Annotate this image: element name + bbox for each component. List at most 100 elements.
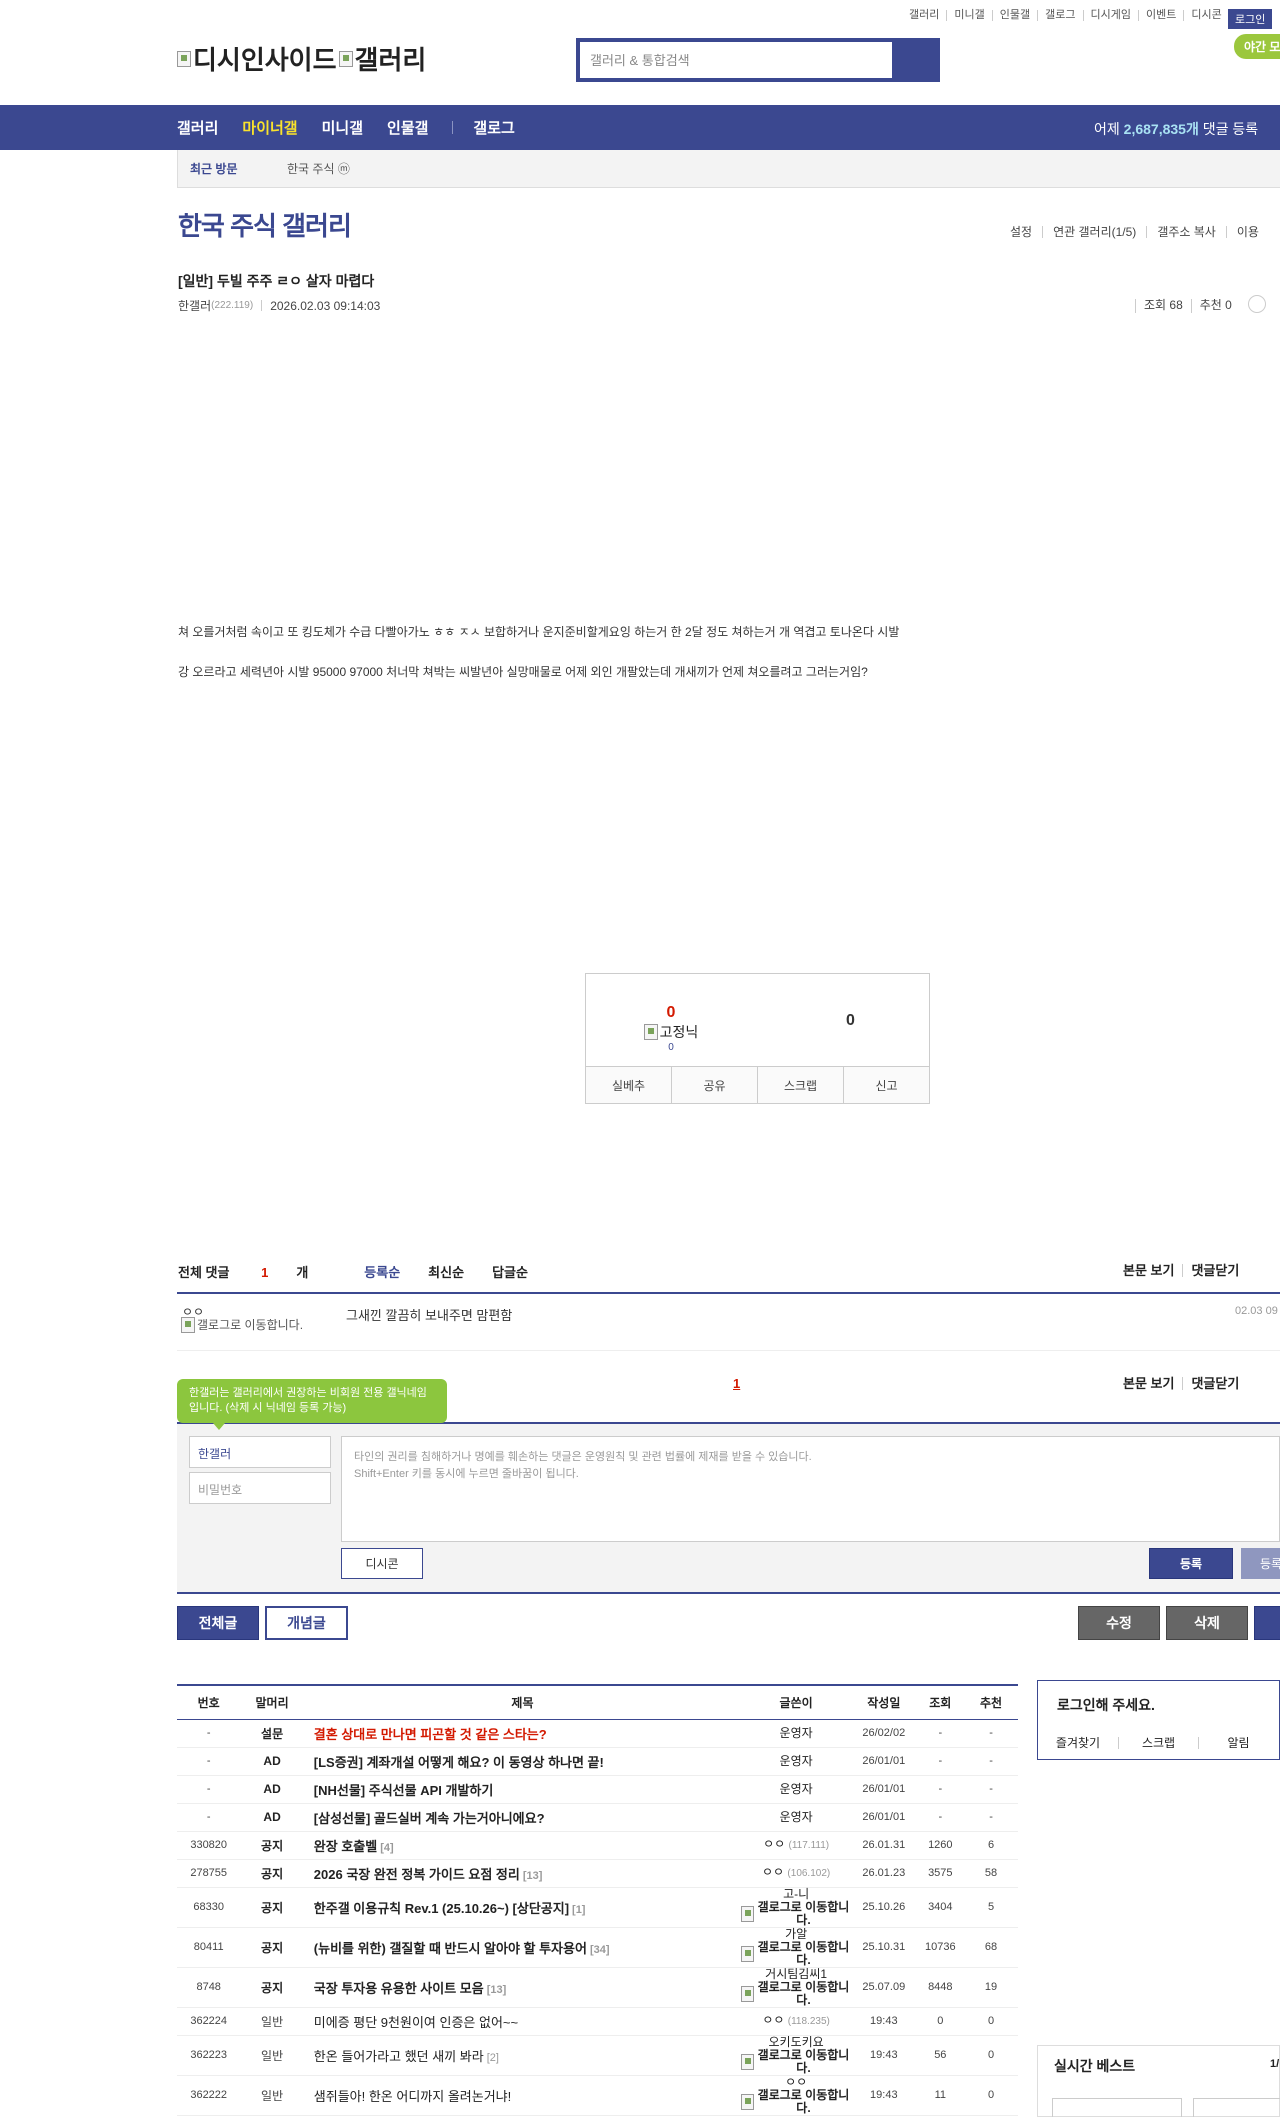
row-title[interactable]: 국장 투자용 유용한 사이트 모음 — [314, 1981, 484, 1996]
util-link-dccon[interactable]: 디시콘 — [1183, 10, 1228, 21]
row-title-cell[interactable]: 한주갤 이용규칙 Rev.1 (25.10.26~) [상단공지] [1] — [303, 1887, 742, 1928]
scrap-link[interactable]: 스크랩 — [1118, 1737, 1198, 1749]
util-link-game[interactable]: 디시게임 — [1082, 10, 1138, 21]
nickname-field[interactable]: 한갤러 — [189, 1436, 331, 1468]
header-writer[interactable]: 글쓴이 — [741, 1684, 852, 1720]
writer-nick[interactable]: 운영자 — [780, 1726, 813, 1740]
recommend-down-count[interactable]: 0 — [846, 1012, 855, 1030]
row-title[interactable]: (뉴비를 위한) 갤질할 때 반드시 알아야 할 투자용어 — [314, 1941, 587, 1956]
writer-nick[interactable]: 운영자 — [780, 1810, 813, 1824]
all-posts-button[interactable]: 전체글 — [177, 1606, 259, 1640]
bookmark-link[interactable]: 즐겨찾기 — [1038, 1737, 1118, 1749]
gallog-link-image[interactable]: 갤로그로 이동합니다. — [181, 1317, 311, 1333]
writer-nick[interactable]: ㅇㅇ — [785, 2075, 807, 2089]
table-row[interactable]: 68330 공지 한주갤 이용규칙 Rev.1 (25.10.26~) [상단공지]… — [177, 1887, 1018, 1928]
row-reply-count[interactable]: [34] — [590, 1944, 610, 1956]
row-reply-count[interactable]: [13] — [487, 1984, 507, 1996]
concept-posts-button[interactable]: 개념글 — [265, 1606, 348, 1640]
table-row[interactable]: - AD [LS증권] 계좌개설 어떻게 해요? 이 동영상 하나면 끝! 운영자 26… — [177, 1747, 1018, 1776]
writer-nick[interactable]: 가알 — [785, 1927, 807, 1941]
row-reply-count[interactable]: [4] — [380, 1842, 393, 1854]
row-title-cell[interactable]: 2026 국장 완전 정복 가이드 요점 정리 [13] — [303, 1859, 742, 1888]
writer-nick[interactable]: ㅇㅇ — [762, 1865, 784, 1879]
comment-submit-alt-button[interactable]: 등록 — [1241, 1548, 1280, 1579]
share-button[interactable]: 공유 — [671, 1067, 757, 1103]
table-row[interactable]: 330820 공지 완장 호출벨 [4] ㅇㅇ (117.111) 26.01.31 126… — [177, 1831, 1018, 1860]
gallog-link-image[interactable]: 갤로그로 이동합니다. — [741, 1980, 851, 2007]
row-title[interactable]: 완장 호출벨 — [314, 1839, 377, 1854]
row-title[interactable]: [LS증권] 계좌개설 어떻게 해요? 이 동영상 하나면 끝! — [314, 1755, 604, 1770]
gallog-link-image[interactable]: 갤로그로 이동합니다. — [741, 2088, 851, 2115]
table-row[interactable]: 8748 공지 국장 투자용 유용한 사이트 모음 [13] 거시팀김씨1 갤로그로 이동… — [177, 1967, 1018, 2008]
row-title[interactable]: 한온 들어가라고 했던 새끼 봐라 — [314, 2049, 484, 2064]
row-title-cell[interactable]: [LS증권] 계좌개설 어떻게 해요? 이 동영상 하나면 끝! — [303, 1747, 742, 1776]
comment-circle-icon[interactable] — [1247, 295, 1266, 313]
dccon-button[interactable]: 디시콘 — [341, 1548, 423, 1579]
writer-nick[interactable]: 오키도키요 — [769, 2035, 824, 2049]
comment-submit-button[interactable]: 등록 — [1149, 1548, 1233, 1579]
best-card[interactable] — [1052, 2098, 1182, 2117]
row-title-cell[interactable]: 완장 호출벨 [4] — [303, 1831, 742, 1860]
gallog-link-image[interactable]: 갤로그로 이동합니다. — [741, 1940, 851, 1967]
row-title-cell[interactable]: (뉴비를 위한) 갤질할 때 반드시 알아야 할 투자용어 [34] — [303, 1927, 742, 1968]
header-rec[interactable]: 추천 — [964, 1684, 1018, 1720]
header-head[interactable]: 말머리 — [240, 1684, 304, 1720]
writer-nick[interactable]: 운영자 — [780, 1754, 813, 1768]
row-reply-count[interactable]: [1] — [572, 1904, 585, 1916]
site-logo[interactable]: 디시인사이드 갤러리 — [177, 40, 426, 77]
sort-latest[interactable]: 최신순 — [428, 1262, 464, 1281]
gallery-title[interactable]: 한국 주식 갤러리 — [178, 206, 352, 243]
writer-nick[interactable]: 거시팀김씨1 — [765, 1967, 827, 1981]
row-title-cell[interactable]: 국장 투자용 유용한 사이트 모음 [13] — [303, 1967, 742, 2008]
row-title[interactable]: 샘쥐들아! 한온 어디까지 올려논거냐! — [314, 2089, 511, 2104]
writer-nick[interactable]: 고-니 — [783, 1887, 809, 1901]
row-title[interactable]: 미에증 평단 9천원이여 인증은 없어~~ — [314, 2015, 518, 2030]
alarm-link[interactable]: 알림 — [1198, 1737, 1278, 1749]
gallery-settings-link[interactable]: 설정 — [1000, 226, 1042, 238]
copy-address-link[interactable]: 갤주소 복사 — [1146, 226, 1226, 238]
comment-textarea[interactable]: 타인의 권리를 침해하거나 명예를 훼손하는 댓글은 운영원칙 및 관련 법률에… — [341, 1436, 1280, 1542]
util-link-event[interactable]: 이벤트 — [1137, 10, 1183, 21]
row-title[interactable]: 결혼 상대로 만나면 피곤할 것 같은 스타는? — [314, 1727, 547, 1742]
row-title[interactable]: 한주갤 이용규칙 Rev.1 (25.10.26~) [상단공지] — [314, 1901, 569, 1916]
table-row[interactable]: 278755 공지 2026 국장 완전 정복 가이드 요점 정리 [13] ㅇㅇ (1… — [177, 1859, 1018, 1888]
login-prompt[interactable]: 로그인해 주세요. — [1057, 1695, 1155, 1715]
table-row[interactable]: 362224 일반 미에증 평단 9천원이여 인증은 없어~~ ㅇㅇ (118.235… — [177, 2007, 1018, 2036]
real-best-button[interactable]: 실베추 — [586, 1067, 671, 1103]
search-button[interactable] — [892, 42, 936, 78]
recommend-up[interactable]: 0 고정닉 0 — [586, 1004, 726, 1053]
edit-button[interactable]: 수정 — [1078, 1606, 1160, 1640]
row-title[interactable]: [NH선물] 주식선물 API 개발하기 — [314, 1783, 494, 1798]
util-link-person[interactable]: 인물갤 — [991, 10, 1037, 21]
view-body-link[interactable]: 본문 보기 — [1123, 1264, 1182, 1277]
write-button[interactable] — [1254, 1606, 1280, 1640]
nav-item-gallog[interactable]: 갤로그 — [473, 117, 514, 138]
header-views[interactable]: 조회 — [916, 1684, 965, 1720]
table-row[interactable]: - AD [NH선물] 주식선물 API 개발하기 운영자 26/01/01- - — [177, 1775, 1018, 1804]
row-title-cell[interactable]: [NH선물] 주식선물 API 개발하기 — [303, 1775, 742, 1804]
writer-nick[interactable]: ㅇㅇ — [762, 2013, 784, 2027]
table-row[interactable]: 362223 일반 한온 들어가라고 했던 새끼 봐라 [2] 오키도키요 갤로그로 이동… — [177, 2035, 1018, 2076]
nav-item-mini[interactable]: 미니갤 — [322, 117, 363, 138]
row-title-cell[interactable]: [삼성선물] 골드실버 계속 가는거아니에요? — [303, 1803, 742, 1832]
comment-page-1[interactable]: 1 — [733, 1376, 740, 1391]
password-field[interactable]: 비밀번호 — [189, 1472, 331, 1504]
table-row[interactable]: 362222 일반 샘쥐들아! 한온 어디까지 올려논거냐! ㅇㅇ 갤로그로 이동합니다… — [177, 2075, 1018, 2116]
row-title[interactable]: [삼성선물] 골드실버 계속 가는거아니에요? — [314, 1811, 545, 1826]
nav-item-person[interactable]: 인물갤 — [387, 117, 428, 138]
writer-nick[interactable]: 운영자 — [780, 1782, 813, 1796]
row-title-cell[interactable]: 샘쥐들아! 한온 어디까지 올려논거냐! — [303, 2075, 742, 2116]
night-mode-toggle[interactable]: 야간 모 — [1234, 34, 1280, 59]
util-link-gallog[interactable]: 갤로그 — [1037, 10, 1082, 21]
nav-item-minor[interactable]: 마이너갤 — [242, 117, 297, 138]
writer-nick[interactable]: ㅇㅇ — [763, 1837, 785, 1851]
best-card[interactable] — [1193, 2098, 1280, 2117]
sort-replies[interactable]: 답글순 — [492, 1262, 528, 1281]
sort-registered[interactable]: 등록순 — [364, 1262, 400, 1281]
row-title-cell[interactable]: 결혼 상대로 만나면 피곤할 것 같은 스타는? — [303, 1719, 742, 1748]
gallog-link-image[interactable]: 갤로그로 이동합니다. — [741, 1900, 851, 1927]
view-body-link-bottom[interactable]: 본문 보기 — [1123, 1377, 1182, 1390]
row-title-cell[interactable]: 한온 들어가라고 했던 새끼 봐라 [2] — [303, 2035, 742, 2076]
scrap-button[interactable]: 스크랩 — [757, 1067, 843, 1103]
report-button[interactable]: 신고 — [843, 1067, 929, 1103]
